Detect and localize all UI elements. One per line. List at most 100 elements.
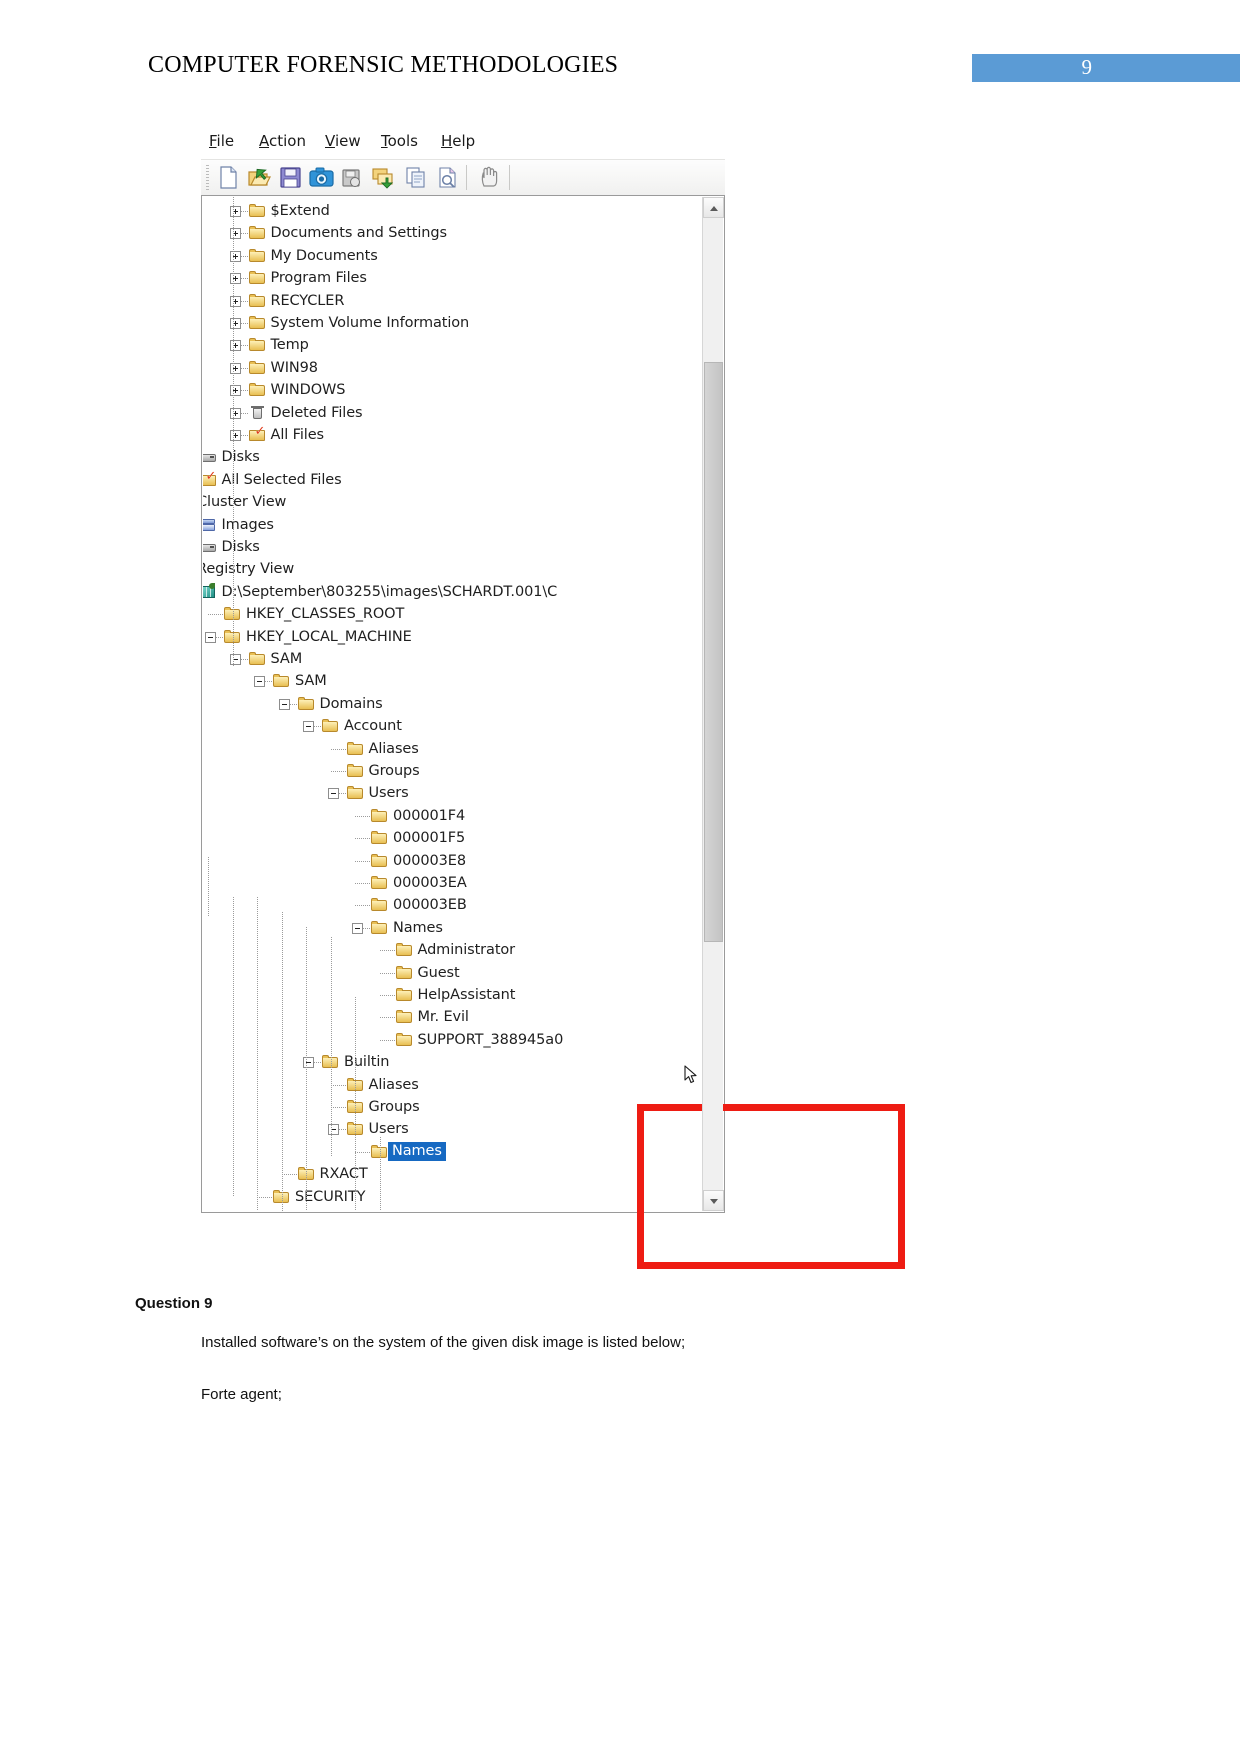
collapse-toggle-icon[interactable] bbox=[278, 698, 290, 710]
tree-item[interactable]: All Files bbox=[248, 424, 324, 446]
menu-tools[interactable]: Tools bbox=[381, 132, 418, 150]
tree-item[interactable]: SAM bbox=[248, 648, 303, 670]
tree-item[interactable]: Account bbox=[322, 715, 402, 737]
tree-item[interactable]: Guest bbox=[395, 962, 460, 984]
folder-icon bbox=[346, 764, 364, 778]
tree-connector bbox=[240, 367, 249, 369]
tree-item[interactable]: D:\September\803255\images\SCHARDT.001\C bbox=[203, 581, 557, 603]
tree-item-label: 000001F5 bbox=[393, 830, 466, 847]
tree-item[interactable]: Registry View bbox=[203, 558, 294, 580]
expand-toggle-icon[interactable] bbox=[229, 362, 241, 374]
new-case-icon[interactable] bbox=[215, 164, 242, 191]
expand-toggle-icon[interactable] bbox=[229, 295, 241, 307]
menu-action[interactable]: Action bbox=[259, 132, 306, 150]
tree-item[interactable]: All Selected Files bbox=[203, 469, 342, 491]
tree-item[interactable]: $Extend bbox=[248, 200, 330, 222]
tree-item[interactable]: Disks bbox=[203, 446, 260, 468]
toolbar-grip[interactable] bbox=[206, 165, 209, 190]
tree-item[interactable]: SECURITY bbox=[273, 1186, 365, 1208]
tree-item[interactable]: My Documents bbox=[248, 245, 378, 267]
folder-icon bbox=[395, 943, 413, 957]
tree-item[interactable]: Cluster View bbox=[203, 491, 286, 513]
tree-item-label: Temp bbox=[270, 337, 309, 354]
copy-icon[interactable] bbox=[403, 164, 430, 191]
tree-item[interactable]: 000003EB bbox=[371, 894, 467, 916]
tree-item-label: Program Files bbox=[270, 270, 367, 287]
tree-item[interactable]: WINDOWS bbox=[248, 379, 345, 401]
save-icon[interactable] bbox=[277, 164, 304, 191]
add-image-icon[interactable] bbox=[370, 164, 397, 191]
tree-item[interactable]: Administrator bbox=[395, 939, 515, 961]
collapse-toggle-icon[interactable] bbox=[205, 631, 216, 643]
tree-item[interactable]: Domains bbox=[297, 693, 383, 715]
tree-item-label: 000003EA bbox=[393, 875, 467, 891]
tree-item-label: SAM bbox=[270, 651, 303, 667]
folder-icon bbox=[248, 316, 266, 330]
tree-item[interactable]: SUPPORT_388945a0 bbox=[395, 1029, 563, 1051]
scroll-up-arrow-icon[interactable] bbox=[703, 197, 724, 218]
menu-file[interactable]: File bbox=[209, 132, 234, 150]
tree-item[interactable]: 000003EA bbox=[371, 872, 467, 894]
expand-toggle-icon[interactable] bbox=[229, 340, 241, 352]
tree-item[interactable]: Aliases bbox=[346, 1074, 419, 1096]
menu-help[interactable]: Help bbox=[441, 132, 475, 150]
tree-item-label: Groups bbox=[368, 763, 420, 779]
snapshot-camera-icon[interactable] bbox=[308, 164, 335, 191]
tree-item[interactable]: SAM bbox=[273, 670, 327, 692]
expand-toggle-icon[interactable] bbox=[229, 250, 241, 262]
scroll-down-arrow-icon[interactable] bbox=[703, 1190, 724, 1211]
tree-item[interactable]: Program Files bbox=[248, 267, 367, 289]
expand-toggle-icon[interactable] bbox=[229, 228, 241, 240]
tree-item[interactable]: Aliases bbox=[346, 738, 419, 760]
collapse-toggle-icon[interactable] bbox=[254, 676, 265, 688]
expand-toggle-icon[interactable] bbox=[229, 318, 241, 329]
tree-item[interactable]: WIN98 bbox=[248, 357, 318, 379]
tree-item[interactable]: Temp bbox=[248, 334, 309, 356]
collapse-toggle-icon[interactable] bbox=[303, 1057, 314, 1069]
tree-scroll-area[interactable]: $Extend Documents and Settings My Document… bbox=[203, 197, 703, 1211]
scrollbar-thumb[interactable] bbox=[704, 362, 723, 942]
tree-item[interactable]: 000001F4 bbox=[371, 805, 465, 827]
hand-pan-icon[interactable] bbox=[476, 164, 503, 191]
collapse-toggle-icon[interactable] bbox=[327, 1124, 339, 1136]
collapse-toggle-icon[interactable] bbox=[352, 922, 363, 934]
tree-item[interactable]: Images bbox=[203, 514, 274, 536]
tree-item[interactable]: Users bbox=[346, 782, 409, 804]
tree-item[interactable]: HKEY_CLASSES_ROOT bbox=[224, 603, 404, 625]
menu-view[interactable]: View bbox=[325, 132, 361, 150]
tree-item[interactable]: System Volume Information bbox=[248, 312, 469, 334]
tree-item[interactable]: Disks bbox=[203, 536, 260, 558]
tree-connector bbox=[355, 860, 371, 862]
expand-toggle-icon[interactable] bbox=[229, 385, 241, 397]
expand-toggle-icon[interactable] bbox=[229, 407, 241, 419]
collapse-toggle-icon[interactable] bbox=[303, 721, 314, 733]
collapse-toggle-icon[interactable] bbox=[229, 654, 241, 665]
page-title: COMPUTER FORENSIC METHODOLOGIES bbox=[148, 52, 619, 78]
expand-toggle-icon[interactable] bbox=[229, 430, 241, 441]
tree-item[interactable]: Mr. Evil bbox=[395, 1006, 469, 1028]
tree-item[interactable]: HelpAssistant bbox=[395, 984, 515, 1006]
tree-connector bbox=[379, 1039, 396, 1041]
vertical-scrollbar[interactable] bbox=[702, 197, 724, 1211]
tree-item[interactable]: 000001F5 bbox=[371, 827, 465, 849]
tree-item[interactable]: RXACT bbox=[297, 1163, 368, 1185]
expand-toggle-icon[interactable] bbox=[229, 273, 241, 285]
add-evidence-icon[interactable] bbox=[339, 164, 366, 191]
search-document-icon[interactable] bbox=[434, 164, 461, 191]
tree-item[interactable]: Names bbox=[371, 917, 443, 939]
tree-item-label: Account bbox=[344, 718, 402, 735]
tree-item[interactable]: HKEY_LOCAL_MACHINE bbox=[224, 626, 412, 648]
tree-item[interactable]: Names bbox=[371, 1141, 446, 1163]
tree-item[interactable]: RECYCLER bbox=[248, 290, 344, 312]
page-number: 9 bbox=[1081, 55, 1093, 79]
folder-icon bbox=[322, 719, 339, 733]
collapse-toggle-icon[interactable] bbox=[327, 788, 339, 800]
tree-item[interactable]: Documents and Settings bbox=[248, 222, 448, 244]
tree-item[interactable]: 000003E8 bbox=[371, 850, 466, 872]
tree-item-label: Documents and Settings bbox=[270, 225, 448, 242]
tree-item[interactable]: Groups bbox=[346, 1096, 420, 1118]
open-case-icon[interactable] bbox=[246, 164, 273, 191]
expand-toggle-icon[interactable] bbox=[229, 206, 241, 217]
tree-item[interactable]: Deleted Files bbox=[249, 402, 363, 424]
tree-item[interactable]: Groups bbox=[346, 760, 420, 782]
